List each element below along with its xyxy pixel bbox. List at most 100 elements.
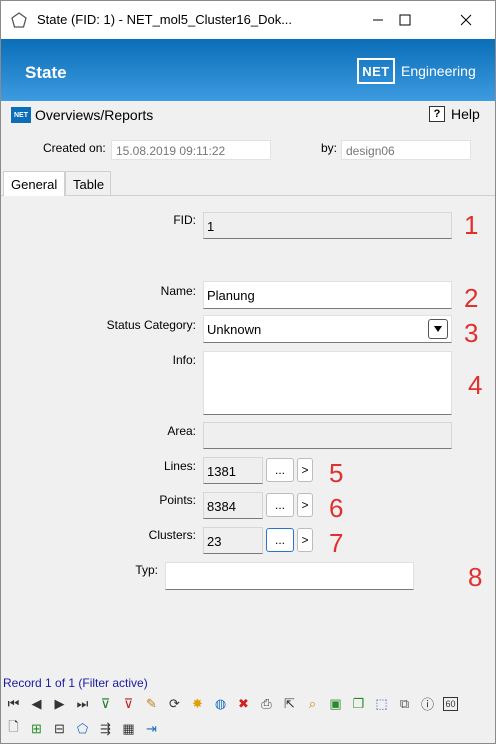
annotation-5: 5 xyxy=(329,458,344,488)
pentagon-button[interactable]: ⬠ xyxy=(72,718,93,739)
close-button[interactable] xyxy=(443,1,489,39)
layers-button[interactable]: ⧉ xyxy=(394,693,415,714)
info-icon: ⓘ xyxy=(420,697,434,712)
box-button[interactable]: ▣ xyxy=(325,693,346,714)
overviews-reports-label: Overviews/Reports xyxy=(35,107,154,123)
status-dropdown-button[interactable] xyxy=(428,319,448,339)
table-edit-button[interactable]: ▦ xyxy=(118,718,139,739)
last-record-icon: ⏭ xyxy=(76,695,89,711)
sixty-icon: 60 xyxy=(443,696,458,711)
navigation-toolbar: ⏮ ◀ ▶ ⏭ ⊽ ⊽ ✎ ⟳ ✸ ◍ ✖ ⎙ ⇱ ⌕ ▣ ❐ ⬚ ⧉ ⓘ 60 xyxy=(3,693,461,714)
layers-icon: ⧉ xyxy=(399,695,410,711)
report-export-button[interactable]: ⊟ xyxy=(49,718,70,739)
copy-box-icon: ❐ xyxy=(352,695,365,711)
lines-label: Lines: xyxy=(163,459,196,473)
record-status: Record 1 of 1 (Filter active) xyxy=(3,676,148,690)
area-field xyxy=(203,422,452,449)
annotation-6: 6 xyxy=(329,493,344,523)
fid-label: FID: xyxy=(173,213,196,227)
annotation-4: 4 xyxy=(468,370,483,400)
points-field: 8384 xyxy=(203,492,263,519)
header-banner: State NET Engineering xyxy=(1,39,495,101)
by-field: design06 xyxy=(341,140,471,160)
select-button[interactable]: ⇱ xyxy=(279,693,300,714)
clusters-field: 23 xyxy=(203,527,263,554)
zoom-button[interactable]: ⌕ xyxy=(302,693,323,714)
report-add-button[interactable]: ⊞ xyxy=(26,718,47,739)
banner-title: State xyxy=(25,63,67,82)
lines-go-button[interactable]: > xyxy=(297,458,313,482)
net-mini-logo-icon: NET xyxy=(11,107,31,123)
typ-label: Typ: xyxy=(135,563,158,577)
help-label: Help xyxy=(451,106,480,122)
new-button[interactable]: ✸ xyxy=(187,693,208,714)
clusters-label: Clusters: xyxy=(148,528,196,542)
info-textarea[interactable] xyxy=(203,351,452,415)
remove-filter-button[interactable]: ⊽ xyxy=(118,693,139,714)
close-icon xyxy=(460,14,472,26)
document-icon: 🗋 xyxy=(8,718,19,734)
select-icon: ⇱ xyxy=(284,695,295,711)
edit-button[interactable]: ✎ xyxy=(141,693,162,714)
add-filter-button[interactable]: ⊽ xyxy=(95,693,116,714)
typ-input[interactable] xyxy=(165,562,414,590)
annotation-8: 8 xyxy=(468,562,483,592)
net-logo: NET xyxy=(357,58,395,84)
report-add-icon: ⊞ xyxy=(31,720,42,736)
status-category-select[interactable]: Unknown xyxy=(203,315,452,343)
next-record-button[interactable]: ▶ xyxy=(49,693,70,714)
box-icon: ▣ xyxy=(329,695,342,711)
name-label: Name: xyxy=(160,284,196,298)
help-icon: ? xyxy=(429,106,445,122)
globe-icon: ◍ xyxy=(214,695,227,711)
annotation-7: 7 xyxy=(329,528,344,558)
refresh-button[interactable]: ⟳ xyxy=(164,693,185,714)
previous-record-icon: ◀ xyxy=(31,695,42,711)
previous-record-button[interactable]: ◀ xyxy=(26,693,47,714)
points-browse-button[interactable]: ... xyxy=(266,493,294,517)
lines-browse-button[interactable]: ... xyxy=(266,458,294,482)
fid-field: 1 xyxy=(203,212,452,239)
tab-general[interactable]: General xyxy=(3,171,65,196)
tab-table[interactable]: Table xyxy=(65,171,111,195)
points-go-button[interactable]: > xyxy=(297,493,313,517)
dashed-box-button[interactable]: ⬚ xyxy=(371,693,392,714)
logo-text: Engineering xyxy=(401,63,476,79)
report-export-icon: ⊟ xyxy=(54,720,65,736)
globe-button[interactable]: ◍ xyxy=(210,693,231,714)
document-button[interactable]: 🗋 xyxy=(3,718,24,739)
copy-box-button[interactable]: ❐ xyxy=(348,693,369,714)
by-label: by: xyxy=(321,141,338,155)
state-window: State (FID: 1) - NET_mol5_Cluster16_Dok.… xyxy=(0,0,496,744)
split-button[interactable]: ⇶ xyxy=(95,718,116,739)
window-title: State (FID: 1) - NET_mol5_Cluster16_Dok.… xyxy=(37,12,293,27)
delete-icon: ✖ xyxy=(238,695,249,711)
annotation-1: 1 xyxy=(464,210,479,240)
login-icon: ⇥ xyxy=(146,720,157,736)
maximize-icon xyxy=(399,14,411,26)
first-record-button[interactable]: ⏮ xyxy=(3,693,24,714)
delete-button[interactable]: ✖ xyxy=(233,693,254,714)
pentagon-app-icon xyxy=(11,12,27,31)
annotation-2: 2 xyxy=(464,283,479,313)
help-button[interactable]: ? Help xyxy=(429,106,480,122)
login-button[interactable]: ⇥ xyxy=(141,718,162,739)
last-record-button[interactable]: ⏭ xyxy=(72,693,93,714)
remove-filter-icon: ⊽ xyxy=(123,695,134,711)
action-toolbar: 🗋 ⊞ ⊟ ⬠ ⇶ ▦ ⇥ xyxy=(3,718,162,739)
clusters-go-button[interactable]: > xyxy=(297,528,313,552)
edit-icon: ✎ xyxy=(146,695,157,711)
refresh-icon: ⟳ xyxy=(169,695,180,711)
created-on-label: Created on: xyxy=(43,141,106,155)
info-button[interactable]: ⓘ xyxy=(417,693,438,714)
first-record-icon: ⏮ xyxy=(7,695,20,711)
annotation-3: 3 xyxy=(464,318,479,348)
title-bar: State (FID: 1) - NET_mol5_Cluster16_Dok.… xyxy=(1,1,495,39)
clusters-browse-button[interactable]: ... xyxy=(266,528,294,552)
print-button[interactable]: ⎙ xyxy=(256,693,277,714)
zoom-icon: ⌕ xyxy=(308,695,317,711)
sixty-button[interactable]: 60 xyxy=(440,693,461,714)
maximize-button[interactable] xyxy=(382,1,428,39)
overviews-reports-link[interactable]: NET Overviews/Reports xyxy=(11,107,153,123)
name-input[interactable]: Planung xyxy=(203,281,452,309)
